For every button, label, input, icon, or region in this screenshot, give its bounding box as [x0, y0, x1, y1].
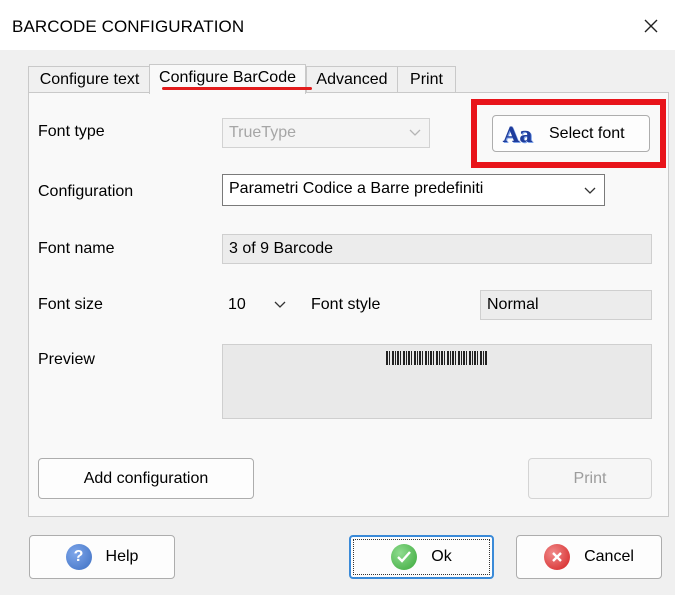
select-font-label: Select font	[549, 124, 625, 142]
cancel-label: Cancel	[584, 548, 634, 565]
preview-box	[222, 344, 652, 419]
tab-print[interactable]: Print	[397, 66, 456, 92]
checkmark-icon	[391, 544, 418, 570]
preview-label: Preview	[38, 351, 95, 368]
title-bar: BARCODE CONFIGURATION	[0, 0, 675, 50]
close-icon	[644, 19, 658, 33]
cancel-button[interactable]: Cancel	[516, 535, 662, 579]
font-style-label: Font style	[311, 296, 381, 313]
print-button[interactable]: Print	[528, 458, 652, 499]
font-size-select[interactable]: 10	[222, 291, 294, 321]
font-style-field: Normal	[480, 290, 652, 320]
close-button[interactable]	[637, 12, 665, 40]
help-label: Help	[105, 548, 139, 565]
cancel-x-icon	[544, 544, 571, 570]
font-type-select[interactable]: TrueType	[222, 118, 430, 148]
configuration-select[interactable]: Parametri Codice a Barre predefiniti	[222, 174, 605, 206]
chevron-down-icon	[274, 301, 286, 308]
configuration-value: Parametri Codice a Barre predefiniti	[229, 180, 484, 197]
help-button[interactable]: ? Help	[29, 535, 175, 579]
font-icon-glyph: Aa	[503, 121, 533, 147]
font-style-value: Normal	[487, 296, 539, 313]
tab-label: Print	[410, 71, 443, 88]
barcode-preview-image	[386, 351, 487, 365]
window-title: BARCODE CONFIGURATION	[12, 17, 245, 36]
tab-advanced[interactable]: Advanced	[306, 66, 398, 92]
ok-label: Ok	[431, 548, 452, 565]
active-tab-underline	[162, 87, 312, 90]
chevron-down-icon	[584, 187, 596, 194]
font-icon: Aa	[503, 122, 537, 146]
font-name-label: Font name	[38, 240, 115, 257]
help-icon: ?	[65, 544, 92, 570]
font-size-value: 10	[228, 296, 246, 313]
add-configuration-label: Add configuration	[83, 469, 209, 487]
help-icon-glyph: ?	[73, 548, 84, 565]
add-configuration-button[interactable]: Add configuration	[38, 458, 254, 499]
configuration-label: Configuration	[38, 183, 134, 200]
tab-configure-text[interactable]: Configure text	[28, 66, 151, 92]
font-name-value: 3 of 9 Barcode	[229, 240, 334, 257]
tab-label: Configure text	[39, 71, 140, 88]
print-label: Print	[573, 469, 607, 487]
chevron-down-icon	[409, 129, 421, 136]
font-type-value: TrueType	[229, 124, 296, 141]
ok-button[interactable]: Ok	[349, 535, 494, 579]
tab-label: Advanced	[316, 71, 388, 88]
font-size-label: Font size	[38, 296, 103, 313]
barcode-configuration-dialog: BARCODE CONFIGURATION Configure text Con…	[0, 0, 675, 595]
font-type-label: Font type	[38, 123, 105, 140]
select-font-button[interactable]: Aa Select font	[492, 115, 650, 152]
font-name-field: 3 of 9 Barcode	[222, 234, 652, 264]
tab-label: Configure BarCode	[159, 69, 296, 86]
